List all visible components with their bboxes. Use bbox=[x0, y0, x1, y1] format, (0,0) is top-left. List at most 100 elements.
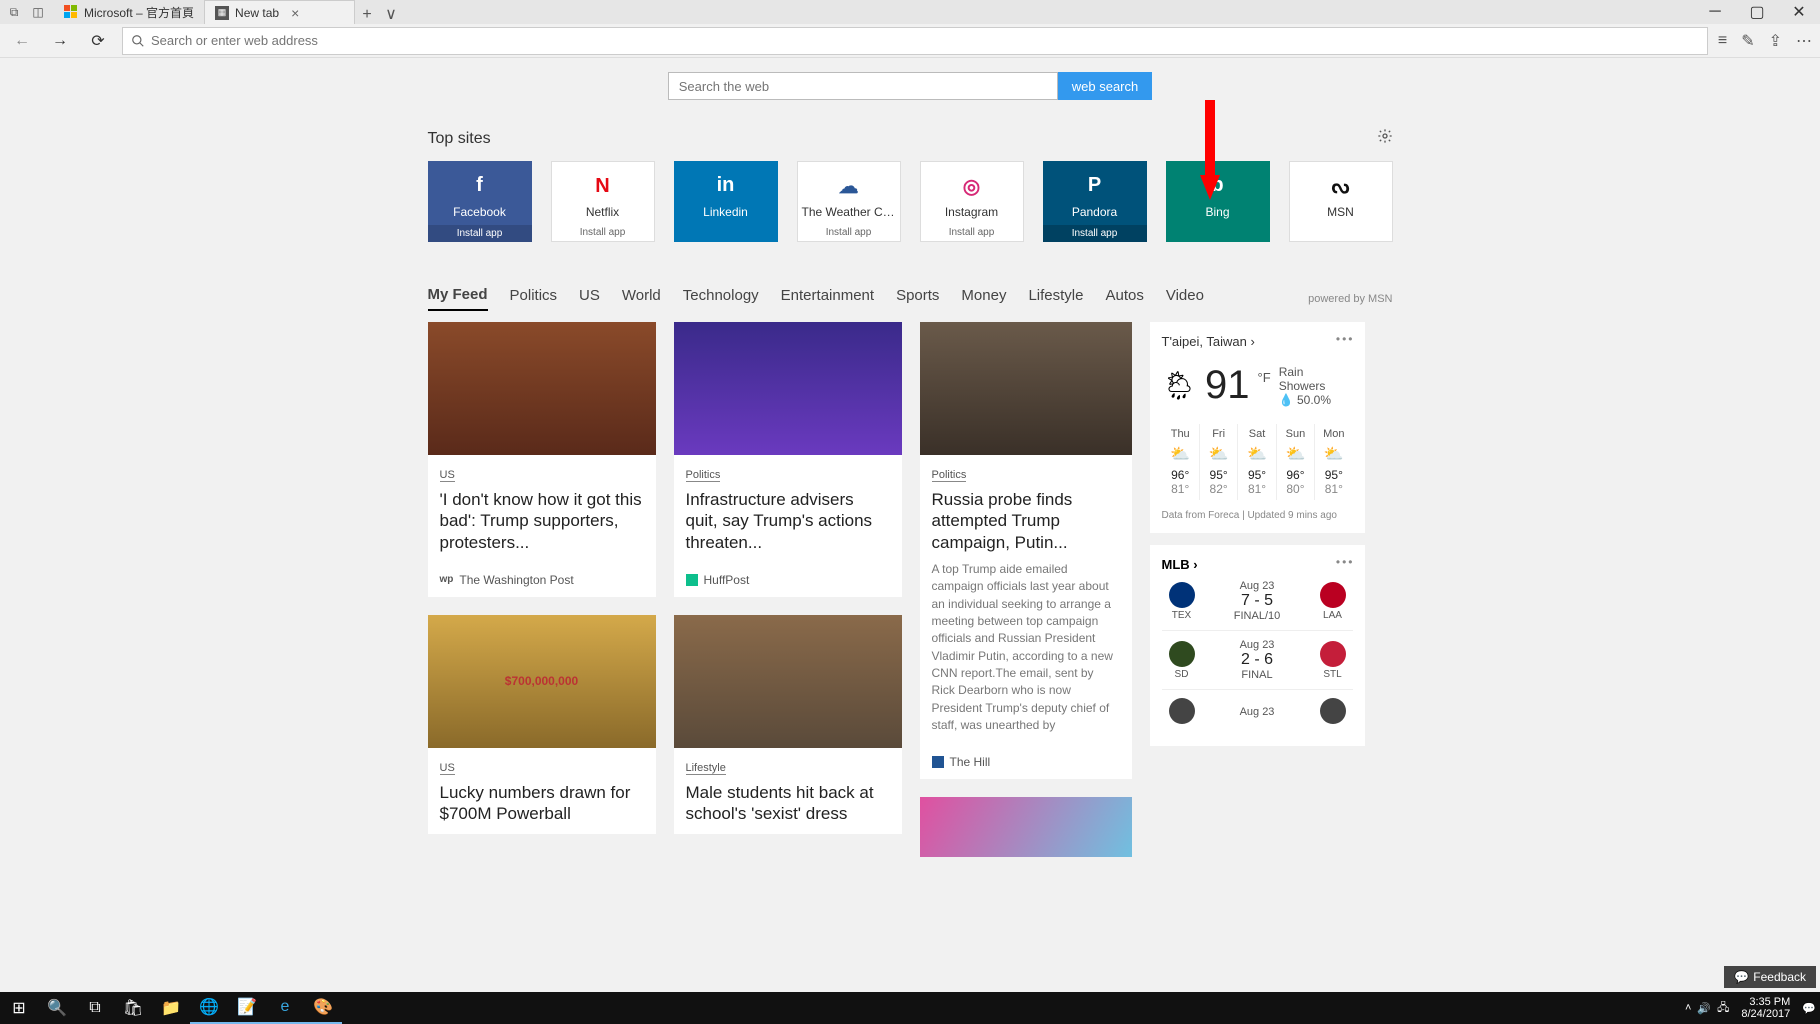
weather-card[interactable]: ••• T'aipei, Taiwan › 🌦 91 °F Rain Showe… bbox=[1150, 322, 1365, 533]
maximize-button[interactable]: ▢ bbox=[1736, 0, 1778, 24]
card-image bbox=[428, 322, 656, 455]
card-category: US bbox=[440, 762, 455, 775]
refresh-button[interactable]: ⟳ bbox=[84, 27, 112, 55]
forecast-day[interactable]: Thu⛅96°81° bbox=[1162, 424, 1200, 500]
tile-icon: ☁ bbox=[835, 172, 863, 200]
mlb-card[interactable]: ••• MLB › TEX Aug 237 - 5FINAL/10 LAASD … bbox=[1150, 545, 1365, 746]
topsite-tile[interactable]: in Linkedin Install app bbox=[674, 161, 778, 242]
sidebar-toggle-icon[interactable]: ⧉ bbox=[6, 4, 22, 20]
address-bar[interactable] bbox=[122, 27, 1708, 55]
tray-network-icon[interactable]: 🖧 bbox=[1717, 999, 1729, 1018]
feed-tab[interactable]: World bbox=[622, 287, 661, 310]
tray-clock[interactable]: 3:35 PM8/24/2017 bbox=[1735, 996, 1796, 1020]
feed-tab[interactable]: Entertainment bbox=[781, 287, 874, 310]
feed-tab[interactable]: My Feed bbox=[428, 286, 488, 311]
tile-install[interactable]: Install app bbox=[1043, 225, 1147, 242]
browser-tabs: Microsoft – 官方首頁 ▦ New tab × + ∨ bbox=[54, 0, 403, 24]
minimize-button[interactable]: ─ bbox=[1694, 0, 1736, 24]
tile-install[interactable]: Install app bbox=[552, 224, 654, 241]
forecast-day[interactable]: Mon⛅95°81° bbox=[1315, 424, 1352, 500]
tab-label: Microsoft – 官方首頁 bbox=[84, 4, 194, 21]
feed-card[interactable]: $700,000,000 US Lucky numbers drawn for … bbox=[428, 615, 656, 835]
card-title: Male students hit back at school's 'sexi… bbox=[686, 782, 890, 825]
feed-tab[interactable]: Video bbox=[1166, 287, 1204, 310]
feed-tab[interactable]: US bbox=[579, 287, 600, 310]
feed-tabs: My Feed Politics US World Technology Entertai… bbox=[428, 286, 1393, 312]
topsite-tile[interactable]: ☁ The Weather Cha... Install app bbox=[797, 161, 901, 242]
tile-install[interactable]: Install app bbox=[921, 224, 1023, 241]
mlb-game[interactable]: SD Aug 232 - 6FINAL STL bbox=[1162, 631, 1353, 690]
weather-footer: Data from Foreca | Updated 9 mins ago bbox=[1162, 510, 1353, 521]
notepad-icon[interactable]: 📝 bbox=[228, 992, 266, 1024]
feed-tab[interactable]: Sports bbox=[896, 287, 939, 310]
web-search-input[interactable] bbox=[668, 72, 1058, 100]
tile-install[interactable]: Install app bbox=[428, 225, 532, 242]
feed-tab[interactable]: Lifestyle bbox=[1028, 287, 1083, 310]
feed-tab[interactable]: Technology bbox=[683, 287, 759, 310]
source-icon: wp bbox=[440, 574, 454, 585]
topsite-tile[interactable]: N Netflix Install app bbox=[551, 161, 655, 242]
forecast-day[interactable]: Fri⛅95°82° bbox=[1200, 424, 1238, 500]
topsite-tile[interactable]: f Facebook Install app bbox=[428, 161, 532, 242]
forward-button[interactable]: → bbox=[46, 27, 74, 55]
gear-icon[interactable] bbox=[1377, 128, 1393, 149]
card-menu-icon[interactable]: ••• bbox=[1336, 555, 1355, 569]
feed-card[interactable]: Politics Infrastructure advisers quit, s… bbox=[674, 322, 902, 597]
edge-icon[interactable]: e bbox=[266, 992, 304, 1024]
search-button[interactable]: 🔍 bbox=[38, 992, 76, 1024]
forecast-day[interactable]: Sat⛅95°81° bbox=[1238, 424, 1276, 500]
taskview-button[interactable]: ⧉ bbox=[76, 992, 114, 1024]
forecast-day[interactable]: Sun⛅96°80° bbox=[1277, 424, 1315, 500]
feed-card[interactable]: Politics Russia probe finds attempted Tr… bbox=[920, 322, 1132, 779]
tab-label: New tab bbox=[235, 6, 279, 20]
address-input[interactable] bbox=[151, 33, 1699, 48]
feed-card[interactable]: US 'I don't know how it got this bad': T… bbox=[428, 322, 656, 597]
card-image bbox=[920, 322, 1132, 455]
topsite-tile[interactable]: ◎ Instagram Install app bbox=[920, 161, 1024, 242]
mlb-game[interactable]: TEX Aug 237 - 5FINAL/10 LAA bbox=[1162, 572, 1353, 631]
notes-icon[interactable]: ✎ bbox=[1741, 31, 1754, 51]
tray-notifications-icon[interactable]: 💬 bbox=[1802, 1002, 1816, 1015]
weather-unit: °F bbox=[1258, 370, 1271, 385]
feed-tab[interactable]: Money bbox=[961, 287, 1006, 310]
feed-card[interactable] bbox=[920, 797, 1132, 857]
tile-label: Facebook bbox=[428, 205, 532, 219]
new-tab-button[interactable]: + bbox=[355, 6, 379, 24]
feed-tab[interactable]: Politics bbox=[510, 287, 558, 310]
tile-install[interactable]: Install app bbox=[798, 224, 900, 241]
card-source: The Hill bbox=[950, 755, 991, 769]
chrome-icon[interactable]: 🌐 bbox=[190, 992, 228, 1024]
explorer-icon[interactable]: 📁 bbox=[152, 992, 190, 1024]
card-title: 'I don't know how it got this bad': Trum… bbox=[440, 489, 644, 553]
topsite-tile[interactable]: ᔓ MSN Install app bbox=[1289, 161, 1393, 242]
close-button[interactable]: ✕ bbox=[1778, 0, 1820, 24]
tab-newtab[interactable]: ▦ New tab × bbox=[205, 0, 355, 24]
window-controls: ─ ▢ ✕ bbox=[1694, 0, 1820, 24]
share-icon[interactable]: ⇪ bbox=[1769, 31, 1782, 51]
tray-volume-icon[interactable]: 🔊 bbox=[1697, 1002, 1711, 1015]
mlb-heading[interactable]: MLB › bbox=[1162, 557, 1353, 572]
web-search-button[interactable]: web search bbox=[1058, 72, 1152, 100]
card-title: Lucky numbers drawn for $700M Powerball bbox=[440, 782, 644, 825]
window-split-icon[interactable]: ◫ bbox=[30, 4, 46, 20]
feed-card[interactable]: Lifestyle Male students hit back at scho… bbox=[674, 615, 902, 835]
store-icon[interactable]: 🛍 bbox=[114, 992, 152, 1024]
tab-overflow-button[interactable]: ∨ bbox=[379, 4, 403, 24]
weather-location[interactable]: T'aipei, Taiwan › bbox=[1162, 334, 1353, 349]
close-icon[interactable]: × bbox=[291, 5, 299, 21]
tray-chevron-icon[interactable]: ˄ bbox=[1685, 1002, 1691, 1014]
card-category: Politics bbox=[686, 469, 721, 482]
tab-microsoft[interactable]: Microsoft – 官方首頁 bbox=[54, 0, 205, 24]
card-menu-icon[interactable]: ••• bbox=[1336, 332, 1355, 346]
mlb-game[interactable]: Aug 23 bbox=[1162, 690, 1353, 734]
reading-list-icon[interactable]: ≡ bbox=[1718, 32, 1727, 50]
topsite-tile[interactable]: P Pandora Install app bbox=[1043, 161, 1147, 242]
topsite-tile[interactable]: b Bing Install app bbox=[1166, 161, 1270, 242]
back-button[interactable]: ← bbox=[8, 27, 36, 55]
more-icon[interactable]: ⋯ bbox=[1796, 31, 1812, 51]
paint-icon[interactable]: 🎨 bbox=[304, 992, 342, 1024]
feed-tab[interactable]: Autos bbox=[1105, 287, 1143, 310]
topsites-tiles: f Facebook Install appN Netflix Install … bbox=[428, 161, 1393, 242]
start-button[interactable]: ⊞ bbox=[0, 992, 38, 1024]
feedback-button[interactable]: 💬 Feedback bbox=[1724, 966, 1816, 988]
